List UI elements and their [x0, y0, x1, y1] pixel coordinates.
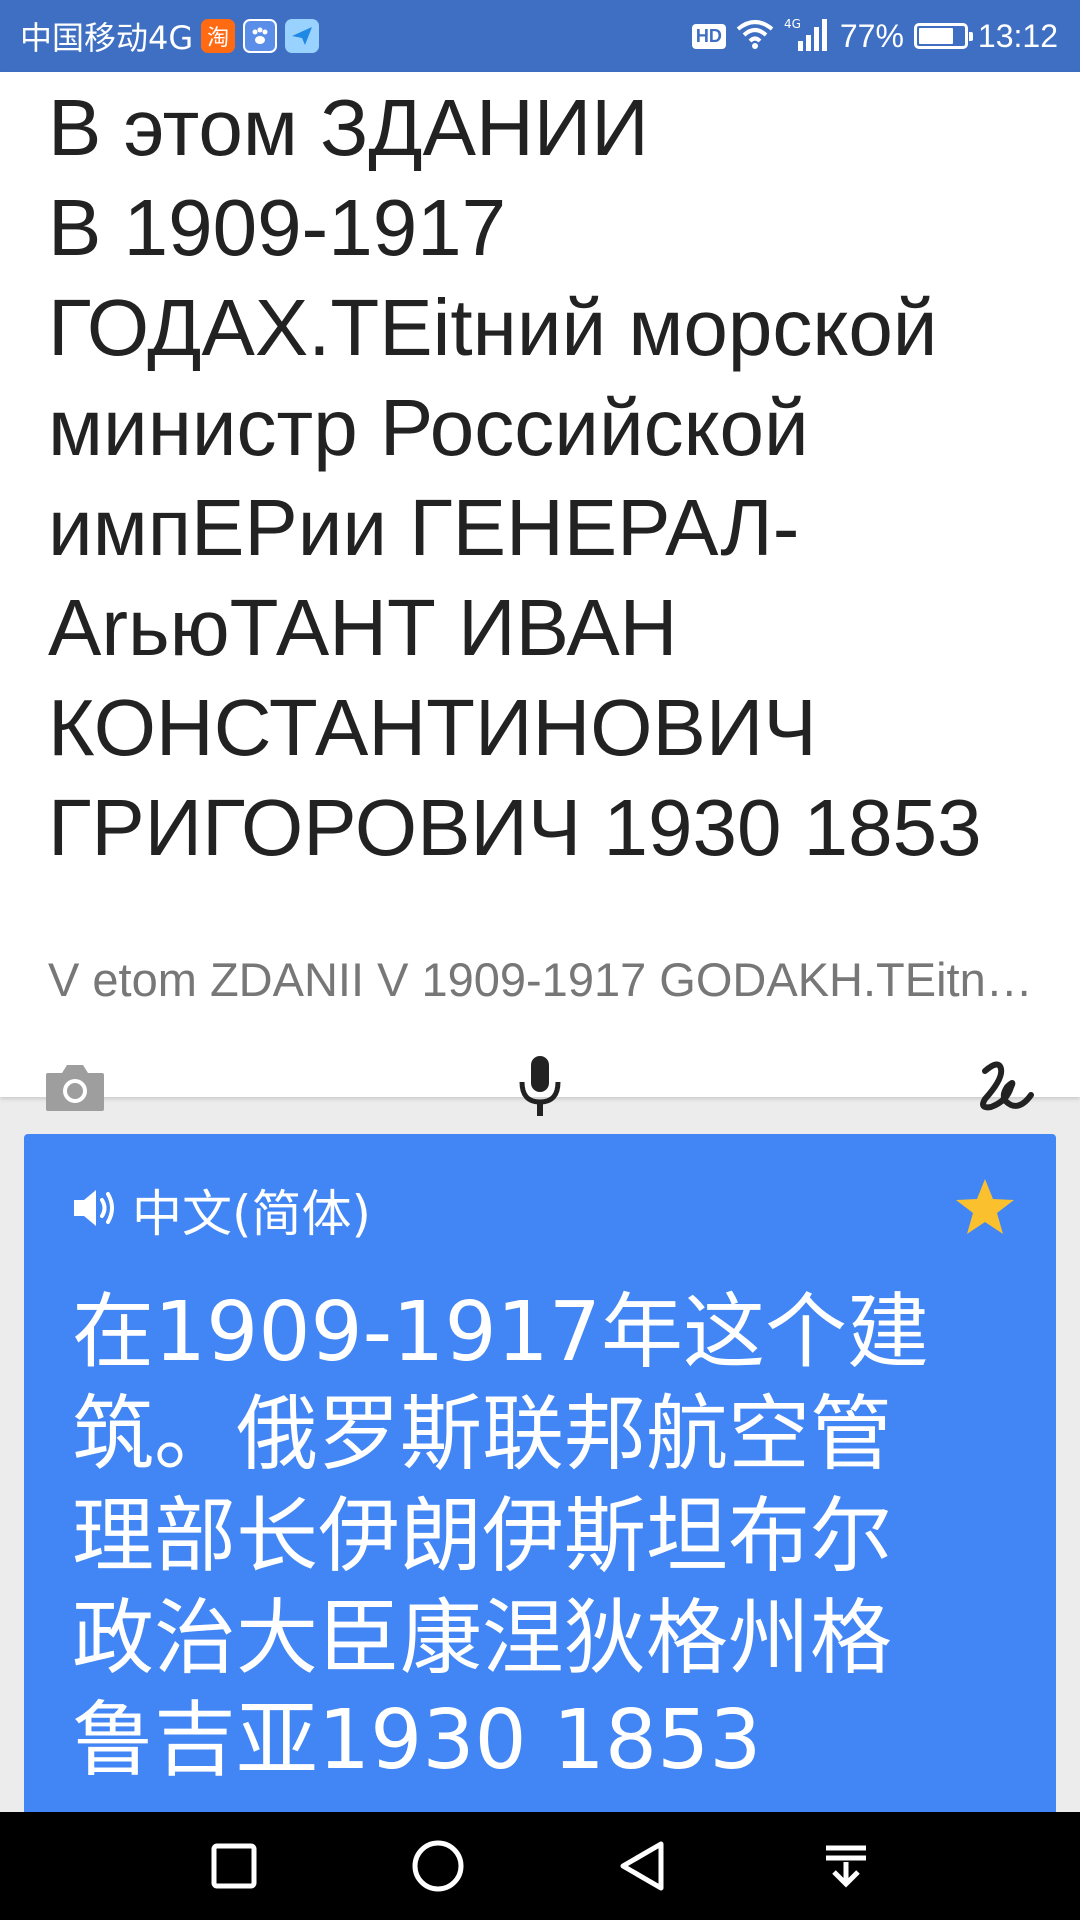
carrier-label: 中国移动4G [20, 19, 194, 57]
handwriting-button[interactable] [962, 1042, 1052, 1132]
handwriting-icon [980, 1061, 1034, 1111]
baidu-icon [243, 19, 278, 53]
target-language-label: 中文(简体) [132, 1185, 372, 1243]
camera-button[interactable] [30, 1042, 120, 1132]
recents-icon [211, 1843, 257, 1889]
notification-pulldown-button[interactable] [806, 1826, 886, 1906]
home-icon [412, 1840, 464, 1892]
battery-percent: 77% [839, 17, 904, 54]
microphone-icon [519, 1056, 561, 1116]
source-text[interactable]: В этом ЗДАНИИ В 1909-1917 ГОДАХ.ТЕitний … [48, 78, 1048, 878]
taobao-icon: 淘 [201, 19, 236, 53]
status-bar: 中国移动4G 淘 HD 4G 77% 13:12 [0, 0, 1080, 72]
hd-badge: HD [691, 23, 726, 49]
status-left: 中国移动4G 淘 [20, 0, 320, 72]
save-star-button[interactable] [950, 1172, 1020, 1242]
camera-icon [46, 1065, 104, 1111]
speaker-icon[interactable] [72, 1186, 118, 1235]
wifi-icon [736, 19, 774, 54]
back-icon [620, 1841, 664, 1891]
translation-text[interactable]: 在1909-1917年这个建 筑。俄罗斯联邦航空管 理部长伊朗伊斯坦布尔 政治大… [72, 1282, 972, 1792]
clock: 13:12 [977, 17, 1058, 54]
translation-card: 中文(简体) 在1909-1917年这个建 筑。俄罗斯联邦航空管 理部长伊朗伊斯… [24, 1134, 1056, 1834]
battery-icon [913, 23, 973, 49]
battery-fill [918, 28, 953, 44]
status-right: HD 4G 77% 13:12 [691, 0, 1058, 72]
back-button[interactable] [602, 1826, 682, 1906]
source-panel: В этом ЗДАНИИ В 1909-1917 ГОДАХ.ТЕitний … [0, 72, 1080, 1116]
recents-button[interactable] [194, 1826, 274, 1906]
home-button[interactable] [398, 1826, 478, 1906]
transliteration-text: V etom ZDANII V 1909-1917 GODAKH.TEitniy… [48, 953, 1038, 1006]
send-icon [285, 19, 320, 53]
signal-icon: 4G [784, 17, 830, 56]
network-type-label: 4G [784, 17, 801, 31]
target-language-row: 中文(简体) [72, 1174, 371, 1246]
star-icon [956, 1179, 1014, 1234]
microphone-button[interactable] [495, 1042, 585, 1132]
pulldown-icon [826, 1845, 866, 1888]
navigation-bar [0, 1812, 1080, 1920]
